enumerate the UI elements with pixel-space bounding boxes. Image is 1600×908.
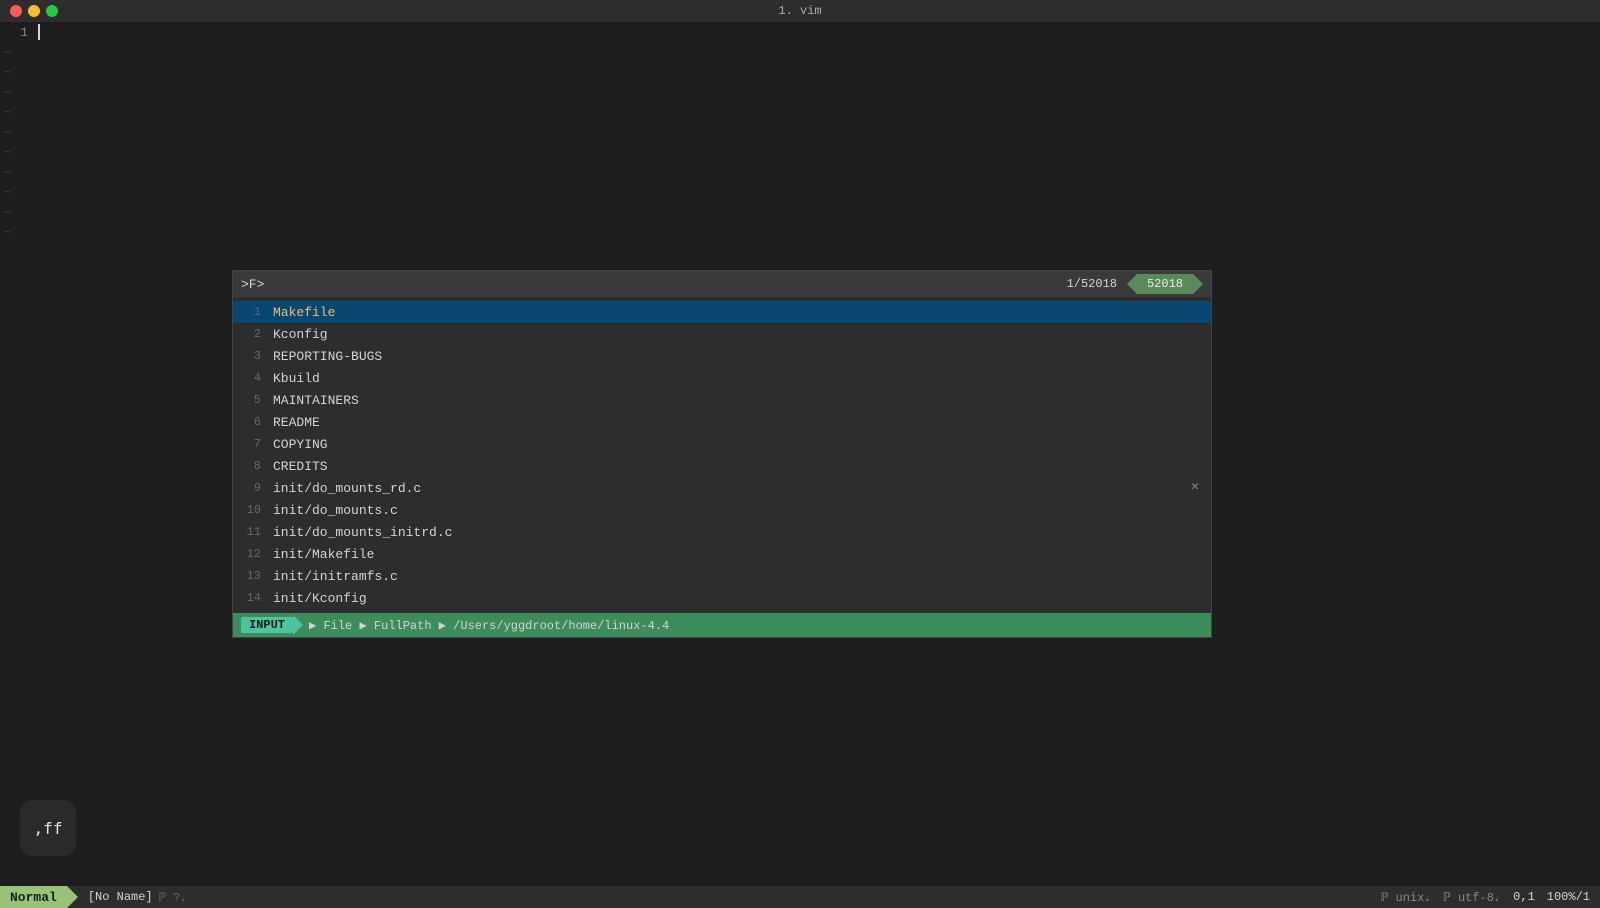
fzf-item-14[interactable]: 14 init/Kconfig — [233, 587, 1211, 609]
statusbar: Normal [No Name] ℙ ?♩ ℙ unix♩ ℙ utf-8♩ 0… — [0, 886, 1600, 908]
tilde-line: ~ — [0, 182, 1600, 202]
fzf-item-num-10: 10 — [241, 503, 273, 517]
tilde-line: ~ — [0, 222, 1600, 242]
fzf-item-name-13: init/initramfs.c — [273, 569, 398, 584]
fzf-item-5[interactable]: 5 MAINTAINERS — [233, 389, 1211, 411]
fzf-prompt[interactable]: >F> — [241, 277, 264, 292]
fzf-item-name-4: Kbuild — [273, 371, 320, 386]
tilde-line: ~ — [0, 122, 1600, 142]
x-cursor: ✕ — [1191, 479, 1199, 494]
fzf-counter: 1/52018 52018 — [1047, 274, 1203, 294]
fzf-item-name-8: CREDITS — [273, 459, 328, 474]
close-button[interactable] — [10, 5, 22, 17]
counter-right-arrow — [1193, 274, 1203, 294]
counter-left-arrow — [1047, 274, 1057, 294]
fzf-item-name-14: init/Kconfig — [273, 591, 367, 606]
fzf-item-13[interactable]: 13 init/initramfs.c — [233, 565, 1211, 587]
fzf-item-10[interactable]: 10 init/do_mounts.c — [233, 499, 1211, 521]
fzf-item-1[interactable]: 1 Makefile — [233, 301, 1211, 323]
fzf-item-name-1: Makefile — [273, 305, 335, 320]
fzf-counter-current: 1/52018 — [1057, 274, 1127, 294]
fzf-item-num-3: 3 — [241, 349, 273, 363]
fzf-item-name-11: init/do_mounts_initrd.c — [273, 525, 452, 540]
fzf-item-name-6: README — [273, 415, 320, 430]
statusbar-right: ℙ unix♩ ℙ utf-8♩ 0,1 100%/1 — [1381, 890, 1600, 905]
fzf-item-name-5: MAINTAINERS — [273, 393, 359, 408]
fzf-item-name-9: init/do_mounts_rd.c — [273, 481, 421, 496]
ff-badge-text: ,ff — [34, 819, 63, 838]
tilde-line: ~ — [0, 142, 1600, 162]
fzf-header: >F> 1/52018 52018 — [233, 271, 1211, 297]
fzf-item-num-12: 12 — [241, 547, 273, 561]
fzf-item-num-9: 9 — [241, 481, 273, 495]
fzf-item-11[interactable]: 11 init/do_mounts_initrd.c — [233, 521, 1211, 543]
fzf-item-7[interactable]: 7 COPYING — [233, 433, 1211, 455]
fzf-item-4[interactable]: 4 Kbuild — [233, 367, 1211, 389]
fzf-item-name-3: REPORTING-BUGS — [273, 349, 382, 364]
cursor — [38, 24, 40, 40]
statusbar-flags: ℙ ?♩ — [159, 890, 188, 905]
statusbar-position: 0,1 — [1513, 890, 1535, 904]
fzf-item-num-14: 14 — [241, 591, 273, 605]
tilde-line: ~ — [0, 42, 1600, 62]
fzf-breadcrumb1: ▶ File ▶ FullPath ▶ /Users/yggdroot/home… — [309, 618, 669, 633]
fzf-panel: >F> 1/52018 52018 1 Makefile 2 Kconfig 3 — [232, 270, 1212, 638]
line-number-1: 1 — [4, 25, 36, 40]
fzf-item-num-8: 8 — [241, 459, 273, 473]
fzf-item-name-7: COPYING — [273, 437, 328, 452]
mode-badge: Normal — [0, 886, 67, 908]
tilde-line: ~ — [0, 162, 1600, 182]
statusbar-encoding-unix: ℙ unix♩ — [1381, 890, 1431, 905]
statusbar-encoding-utf8: ℙ utf-8♩ — [1444, 890, 1502, 905]
fzf-item-num-6: 6 — [241, 415, 273, 429]
fzf-mode-badge: INPUT — [241, 617, 293, 633]
fzf-item-12[interactable]: 12 init/Makefile — [233, 543, 1211, 565]
fzf-item-num-13: 13 — [241, 569, 273, 583]
fzf-item-num-1: 1 — [241, 305, 273, 319]
fzf-item-name-12: init/Makefile — [273, 547, 374, 562]
fzf-item-num-2: 2 — [241, 327, 273, 341]
fzf-counter-total: 52018 — [1137, 274, 1193, 294]
fzf-item-name-10: init/do_mounts.c — [273, 503, 398, 518]
tilde-line: ~ — [0, 102, 1600, 122]
fzf-item-6[interactable]: 6 README — [233, 411, 1211, 433]
fzf-item-3[interactable]: 3 REPORTING-BUGS — [233, 345, 1211, 367]
editor-area: 1 ~ ~ ~ ~ ~ ~ ~ ~ ~ ~ >F> 1/52018 52018 — [0, 22, 1600, 886]
fzf-list: 1 Makefile 2 Kconfig 3 REPORTING-BUGS 4 … — [233, 297, 1211, 613]
fzf-item-9[interactable]: 9 init/do_mounts_rd.c — [233, 477, 1211, 499]
fzf-status-arrow — [293, 615, 303, 635]
tilde-line: ~ — [0, 202, 1600, 222]
fzf-item-num-7: 7 — [241, 437, 273, 451]
fzf-item-2[interactable]: 2 Kconfig — [233, 323, 1211, 345]
fzf-item-num-5: 5 — [241, 393, 273, 407]
window-title: 1. vim — [778, 4, 821, 18]
fzf-item-8[interactable]: 8 CREDITS — [233, 455, 1211, 477]
statusbar-filename: [No Name] — [88, 890, 153, 904]
minimize-button[interactable] — [28, 5, 40, 17]
titlebar: 1. vim — [0, 0, 1600, 22]
maximize-button[interactable] — [46, 5, 58, 17]
fzf-statusbar: INPUT ▶ File ▶ FullPath ▶ /Users/yggdroo… — [233, 613, 1211, 637]
fzf-item-name-2: Kconfig — [273, 327, 328, 342]
counter-mid-arrow — [1127, 274, 1137, 294]
traffic-lights — [10, 5, 58, 17]
mode-arrow — [67, 886, 78, 908]
tilde-line: ~ — [0, 82, 1600, 102]
fzf-item-num-11: 11 — [241, 525, 273, 539]
statusbar-percent: 100%/1 — [1547, 890, 1590, 904]
ff-badge: ,ff — [20, 800, 76, 856]
fzf-item-num-4: 4 — [241, 371, 273, 385]
editor-line-1: 1 — [0, 22, 1600, 42]
tilde-line: ~ — [0, 62, 1600, 82]
